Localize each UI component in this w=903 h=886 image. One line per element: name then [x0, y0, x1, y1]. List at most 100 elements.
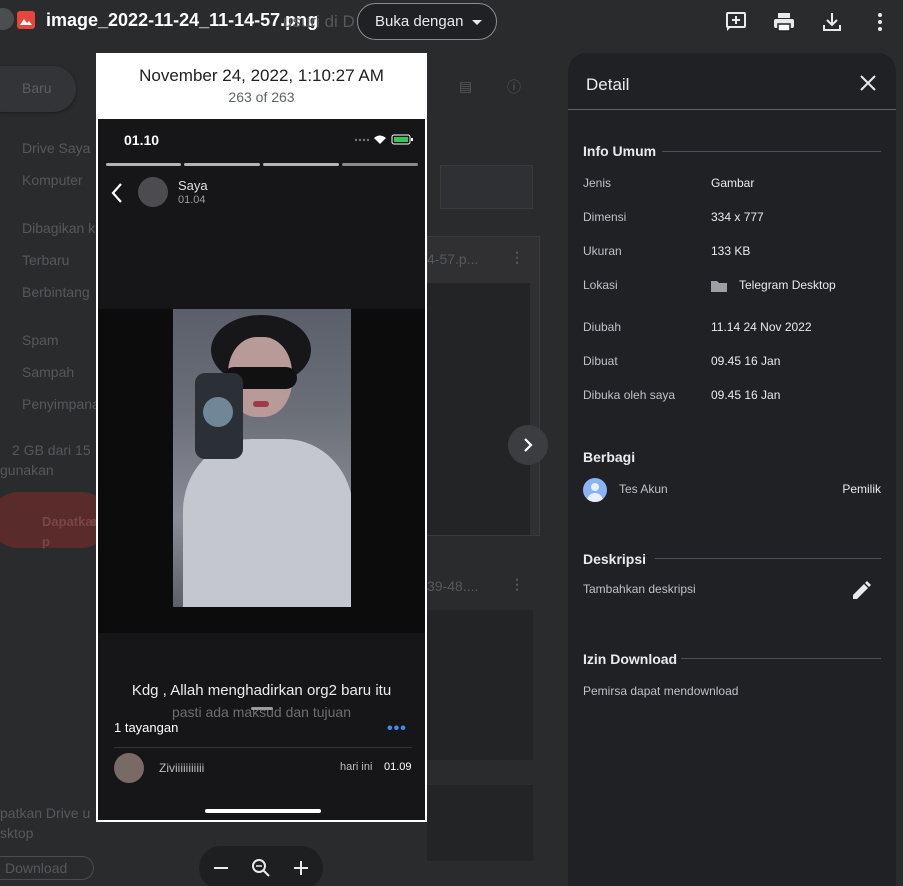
- type-value: Gambar: [711, 176, 755, 190]
- sidebar-item-spam: Spam: [22, 332, 59, 348]
- sidebar-item-shared: Dibagikan k: [22, 220, 96, 236]
- dimension-label: Dimensi: [583, 210, 627, 224]
- more-vert-icon[interactable]: [868, 10, 892, 34]
- home-indicator: [205, 809, 321, 813]
- viewer-date: hari ini: [340, 761, 373, 773]
- open-with-label: Buka dengan: [375, 13, 464, 30]
- storage-usage-suffix: gunakan: [0, 462, 54, 478]
- image-preview: November 24, 2022, 1:10:27 AM 263 of 263…: [96, 53, 427, 822]
- storage-usage: 2 GB dari 15: [12, 442, 91, 458]
- story-avatar: [138, 177, 168, 207]
- zoom-reset-icon[interactable]: [250, 857, 272, 879]
- section-divider: [681, 658, 881, 659]
- viewer-avatar: [114, 753, 144, 783]
- size-label: Ukuran: [583, 244, 622, 258]
- opened-label: Dibuka oleh saya: [583, 388, 676, 402]
- general-info-title: Info Umum: [583, 143, 657, 159]
- screenshot-date: November 24, 2022, 1:10:27 AM: [139, 66, 384, 85]
- get-storage-button: Dapatkan pek: [0, 492, 110, 549]
- viewer-name: Ziviiiiiiiiiii: [159, 761, 205, 775]
- zoom-in-icon[interactable]: [290, 857, 312, 879]
- story-photo: [173, 309, 351, 607]
- story-progress: [106, 163, 418, 166]
- avatar: [583, 478, 607, 502]
- viewer-time: 01.09: [384, 761, 412, 773]
- file-name: image_2022-11-24_11-14-57.png: [46, 10, 319, 30]
- sidebar-item-starred: Berbintang: [22, 284, 90, 300]
- next-file-button[interactable]: [508, 425, 548, 465]
- detail-panel: Detail Info Umum Jenis Gambar Dimensi 33…: [568, 53, 896, 886]
- dimension-value: 334 x 777: [711, 210, 764, 224]
- sidebar-item-recent: Terbaru: [22, 252, 70, 268]
- size-value: 133 KB: [711, 244, 751, 258]
- detail-divider: [568, 109, 896, 110]
- viewer-topbar: image_2022-11-24_11-14-57.png usuri di D…: [0, 0, 903, 42]
- bg-file-thumb-2: [427, 610, 533, 760]
- drive-sidebar: Baru Drive Saya Komputer Dibagikan k Ter…: [0, 0, 110, 886]
- share-user: Tes Akun: [619, 482, 668, 496]
- sharing-title: Berbagi: [583, 449, 636, 465]
- sidebar-item-storage: Penyimpanan: [22, 396, 108, 412]
- bg-title-ghost: usuri di D: [283, 12, 355, 31]
- sheet-handle: [251, 707, 273, 710]
- sidebar-item-computers: Komputer: [22, 172, 83, 188]
- description-title: Deskripsi: [583, 551, 647, 567]
- download-icon[interactable]: [820, 10, 844, 34]
- more-horiz-icon: •••: [387, 720, 407, 737]
- phone-screenshot: 01.10 Saya 01.04 Kdg , Allah menghadirka…: [98, 119, 425, 820]
- detail-title: Detail: [586, 75, 630, 94]
- created-value: 09.45 16 Jan: [711, 354, 781, 368]
- chevron-down-icon: [472, 20, 482, 25]
- location-value[interactable]: Telegram Desktop: [739, 278, 836, 292]
- download-permission-title: Izin Download: [583, 651, 678, 667]
- desktop-promo-line2: sktop: [0, 825, 34, 841]
- zoom-controls: [199, 846, 323, 886]
- bg-file-thumb-3: [427, 785, 533, 861]
- close-icon[interactable]: [856, 71, 880, 95]
- story-time: 01.04: [178, 194, 206, 206]
- screenshot-header: November 24, 2022, 1:10:27 AM 263 of 263: [98, 55, 425, 117]
- folder-icon: [711, 281, 727, 292]
- bg-file-thumb: [427, 283, 530, 535]
- modified-value: 11.14 24 Nov 2022: [711, 320, 812, 334]
- status-icons: [354, 134, 413, 145]
- sidebar-item-my-drive: Drive Saya: [22, 140, 91, 156]
- back-icon: [111, 183, 122, 203]
- info-icon: ⓘ: [507, 79, 521, 95]
- bg-file-more-2: ⋮: [510, 576, 524, 592]
- modified-label: Diubah: [583, 320, 622, 334]
- desktop-download-button: Download: [0, 856, 94, 880]
- zoom-out-icon[interactable]: [210, 857, 232, 879]
- print-icon[interactable]: [772, 10, 796, 34]
- sidebar-item-trash: Sampah: [22, 364, 75, 380]
- new-button-label: Baru: [22, 80, 52, 96]
- share-role: Pemilik: [842, 482, 881, 496]
- download-permission-text: Pemirsa dapat mendownload: [583, 684, 739, 698]
- phone-divider: [114, 747, 412, 748]
- chevron-right-icon: [524, 438, 533, 452]
- created-label: Dibuat: [583, 354, 618, 368]
- opened-value: 09.45 16 Jan: [711, 388, 781, 402]
- bg-file-name-1: 4-57.p...: [427, 251, 479, 267]
- section-divider: [662, 151, 881, 152]
- story-user: Saya: [178, 178, 208, 193]
- add-comment-icon[interactable]: [724, 10, 748, 34]
- new-button: Baru: [0, 66, 76, 112]
- phone-clock: 01.10: [124, 132, 160, 148]
- bg-card: [440, 165, 533, 209]
- location-label: Lokasi: [583, 278, 618, 292]
- bg-file-name-2: 39-48....: [427, 578, 479, 594]
- image-file-icon: [17, 11, 35, 29]
- desktop-promo-line1: patkan Drive u: [0, 805, 91, 821]
- edit-icon[interactable]: [850, 580, 872, 602]
- description-placeholder: Tambahkan deskripsi: [583, 582, 696, 596]
- view-count: 1 tayangan: [114, 720, 179, 735]
- screenshot-count: 263 of 263: [228, 89, 295, 105]
- type-label: Jenis: [583, 176, 612, 190]
- open-with-button[interactable]: Buka dengan: [357, 3, 497, 40]
- list-view-icon: ▤: [459, 78, 473, 94]
- bg-file-more-1: ⋮: [510, 249, 524, 265]
- section-divider: [655, 558, 881, 559]
- story-caption: Kdg , Allah menghadirkan org2 baru itu: [131, 682, 392, 699]
- back-avatar[interactable]: [0, 8, 14, 30]
